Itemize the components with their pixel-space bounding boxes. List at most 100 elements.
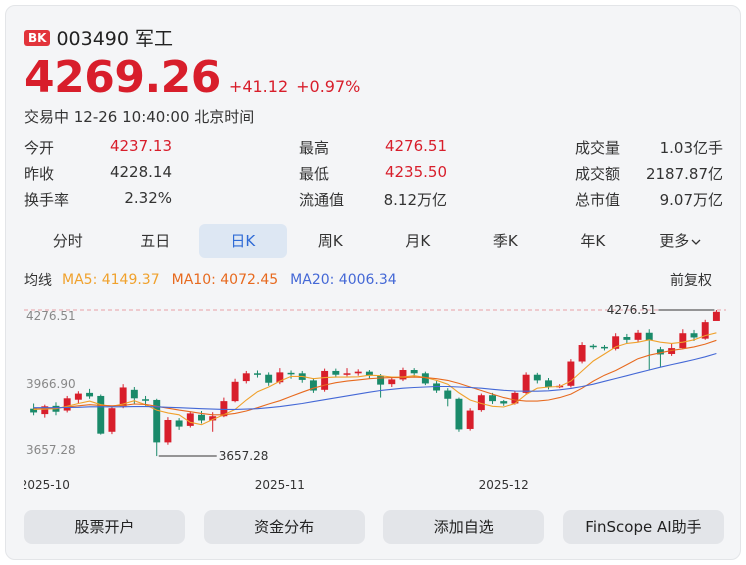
- quote-card: BK 003490 军工 4269.26 +41.12 +0.97% 交易中 1…: [5, 5, 741, 560]
- candle-body: [186, 413, 194, 426]
- candle-body: [444, 390, 452, 399]
- candle-body: [130, 389, 138, 399]
- candle-body: [198, 414, 205, 421]
- candle-body: [354, 371, 362, 374]
- ai-assistant-button[interactable]: FinScope AI助手: [562, 510, 724, 544]
- candle-body: [455, 398, 463, 430]
- candle-body: [242, 373, 250, 382]
- stat-value: 8.12万亿: [383, 190, 447, 209]
- candle-body: [712, 311, 720, 321]
- chevron-down-icon: [691, 239, 701, 245]
- candle-body: [634, 332, 642, 340]
- candle-body: [321, 370, 329, 390]
- stat-float-cap: 流通值 8.12万亿: [299, 189, 447, 210]
- add-watchlist-button[interactable]: 添加自选: [383, 510, 545, 544]
- candle-body: [108, 408, 116, 432]
- ma5-value: MA5: 4149.37: [62, 272, 160, 288]
- kline-svg: 4276.51 3966.90 3657.28 4276.51 3657.28 2025-…: [24, 303, 726, 492]
- stat-label: 换手率: [24, 190, 70, 209]
- stat-label: 流通值: [299, 190, 345, 209]
- candle-body: [377, 375, 385, 385]
- candle-body: [489, 395, 497, 402]
- price-row: 4269.26 +41.12 +0.97%: [24, 52, 360, 103]
- candle-body: [522, 374, 530, 393]
- stat-label: 最高: [299, 138, 330, 157]
- stat-value: 4235.50: [384, 162, 447, 181]
- open-account-button[interactable]: 股票开户: [24, 510, 185, 544]
- ma10-line: [33, 339, 717, 416]
- stat-label: 成交量: [575, 138, 621, 157]
- stock-name: 003490 军工: [56, 28, 174, 50]
- stat-label: 总市值: [575, 190, 621, 209]
- stat-turnover: 成交额 2187.87亿: [575, 163, 723, 184]
- stat-label: 今开: [24, 138, 55, 157]
- candle-body: [410, 370, 418, 374]
- stats-grid: 今开 4237.13 最高 4276.51 成交量 1.03亿手 昨收 4228…: [24, 134, 724, 212]
- tab-quarterly-k[interactable]: 季K: [462, 224, 550, 258]
- fund-distribution-button[interactable]: 资金分布: [203, 510, 365, 544]
- y-tick-label: 3966.90: [26, 377, 76, 391]
- adjust-mode-button[interactable]: 前复权: [670, 270, 712, 290]
- y-tick-label: 4276.51: [26, 309, 76, 323]
- candle-body: [164, 419, 172, 443]
- candle-body: [500, 401, 508, 404]
- candle-body: [253, 373, 261, 375]
- candle-body: [63, 398, 71, 411]
- candle-body: [142, 399, 150, 401]
- y-tick-label: 3657.28: [26, 443, 76, 457]
- candle-body: [645, 332, 653, 341]
- tab-weekly-k[interactable]: 周K: [287, 224, 375, 258]
- stat-value: 2187.87亿: [645, 164, 723, 183]
- candle-body: [97, 395, 105, 434]
- stat-open: 今开 4237.13: [24, 137, 172, 158]
- min-annotation-label: 3657.28: [219, 449, 269, 463]
- stat-value: 2.32%: [124, 188, 172, 207]
- stat-value: 4228.14: [109, 162, 172, 181]
- candle-body: [623, 336, 631, 340]
- kline-chart[interactable]: 4276.51 3966.90 3657.28 4276.51 3657.28 2025-…: [24, 296, 726, 496]
- ma20-value: MA20: 4006.34: [290, 272, 397, 288]
- candle-body: [578, 345, 586, 362]
- candle-body: [74, 393, 82, 400]
- tab-yearly-k[interactable]: 年K: [549, 224, 637, 258]
- candle-body: [679, 333, 687, 349]
- candle-body: [466, 410, 474, 429]
- ma10-value: MA10: 4072.45: [171, 272, 279, 288]
- candle-body: [287, 372, 295, 375]
- change-absolute: +41.12: [228, 77, 289, 96]
- stat-label: 成交额: [575, 164, 621, 183]
- stat-total-cap: 总市值 9.07万亿: [575, 189, 723, 210]
- candle-body: [86, 392, 94, 397]
- trading-status: 交易中 12-26 10:40:00 北京时间: [24, 108, 255, 126]
- candle-body: [231, 381, 239, 402]
- candle-body: [690, 333, 698, 338]
- candle-body: [175, 420, 183, 427]
- candle-body: [265, 374, 273, 383]
- stat-low: 最低 4235.50: [299, 163, 447, 184]
- tab-five-day[interactable]: 五日: [112, 224, 200, 258]
- candle-body: [343, 373, 351, 375]
- max-annotation-label: 4276.51: [607, 303, 657, 317]
- x-tick-label: 2025-11: [255, 478, 305, 492]
- tab-more-label: 更多: [659, 232, 690, 250]
- stat-high: 最高 4276.51: [299, 137, 447, 158]
- stat-value: 1.03亿手: [659, 138, 723, 157]
- stat-label: 昨收: [24, 164, 55, 183]
- x-tick-label: 2025-12: [479, 478, 529, 492]
- sector-badge: BK: [24, 29, 51, 46]
- stat-value: 4237.13: [109, 136, 172, 155]
- period-tabs: 分时 五日 日K 周K 月K 季K 年K 更多: [24, 224, 724, 258]
- tab-daily-k[interactable]: 日K: [199, 224, 287, 258]
- tab-monthly-k[interactable]: 月K: [374, 224, 462, 258]
- tab-intraday[interactable]: 分时: [24, 224, 112, 258]
- title-row: BK 003490 军工: [24, 24, 173, 51]
- stat-turnover-rate: 换手率 2.32%: [24, 189, 172, 210]
- stat-prev-close: 昨收 4228.14: [24, 163, 172, 184]
- action-bar: 股票开户 资金分布 添加自选 FinScope AI助手: [24, 510, 724, 544]
- candle-body: [545, 380, 552, 387]
- candle-body: [388, 379, 396, 385]
- current-price: 4269.26: [24, 52, 221, 103]
- x-tick-label: 2025-10: [24, 478, 70, 492]
- tab-more[interactable]: 更多: [637, 224, 725, 258]
- stat-value: 9.07万亿: [659, 190, 723, 209]
